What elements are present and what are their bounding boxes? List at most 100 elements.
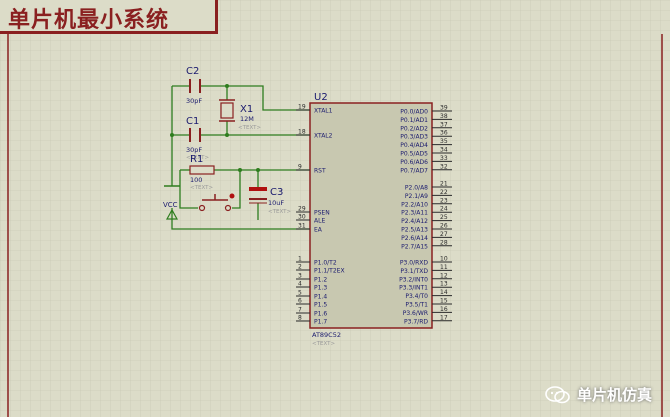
pin-number: 13 — [440, 281, 448, 288]
pin-label: P1.1/T2EX — [314, 268, 345, 275]
pin-label: P1.7 — [314, 319, 327, 326]
pin-number: 26 — [440, 223, 448, 230]
pin-number: 39 — [440, 105, 448, 112]
pin-label: P3.4/T0 — [405, 293, 428, 300]
pin-label: XTAL2 — [314, 133, 333, 140]
pin-label: P0.2/AD2 — [400, 125, 428, 132]
pin-number: 11 — [440, 264, 448, 271]
pin-number: 35 — [440, 138, 448, 145]
pin-number: 33 — [440, 155, 448, 162]
pin-label: RST — [314, 168, 326, 175]
pin-number: 21 — [440, 181, 448, 188]
pin-label: P3.5/T1 — [405, 302, 428, 309]
pin-number: 2 — [298, 264, 302, 271]
x1-ref: X1 — [240, 104, 253, 115]
pin-number: 27 — [440, 231, 448, 238]
schematic-canvas: C2 30pF C1 30pF <TEXT> X1 12M <TEXT> R1 … — [0, 0, 670, 417]
pin-label: P3.0/RXD — [400, 260, 428, 267]
pin-label: PSEN — [314, 210, 330, 217]
pin-number: 8 — [298, 315, 302, 322]
chip-u2[interactable]: U2 AT89C52 <TEXT> 19 XTAL1 1 8 XTAL2 9 RST 29 PS… — [296, 92, 452, 347]
pin-label: P1.0/T2 — [314, 260, 337, 267]
c3-value: 10uF — [268, 199, 284, 207]
pin-label: P0.1/AD1 — [400, 117, 428, 124]
pin-label: P1.5 — [314, 302, 327, 309]
pin-number: 1 — [298, 256, 302, 263]
pin-number: 17 — [440, 314, 448, 321]
x1-value: 12M — [240, 115, 254, 123]
pin-number: 29 — [298, 206, 306, 213]
c3-ref: C3 — [270, 187, 283, 198]
r1-value: 100 — [190, 176, 202, 184]
vcc-label: VCC — [163, 201, 178, 209]
pin-label: P0.3/AD3 — [400, 134, 428, 141]
c1-value: 30pF — [186, 146, 202, 154]
title-banner: 单片机最小系统 — [0, 0, 218, 34]
chip-text-placeholder: <TEXT> — [312, 341, 335, 347]
pin-number: 24 — [440, 206, 448, 213]
chip-part: AT89C52 — [312, 331, 341, 339]
pin-number: 15 — [440, 298, 448, 305]
c3-text-placeholder: <TEXT> — [268, 209, 291, 215]
pin-number: 23 — [440, 197, 448, 204]
pin-label: P2.5/A13 — [401, 227, 428, 234]
pin-number: 30 — [298, 214, 306, 221]
pin-label: P3.6/WR — [403, 310, 428, 317]
pin-label: P3.2/INT0 — [399, 276, 428, 283]
pin-number: 9 — [298, 164, 302, 171]
pin-label: EA — [314, 227, 323, 234]
pin-label: P2.7/A15 — [401, 243, 428, 250]
pin-number: 4 — [298, 281, 302, 288]
page-title: 单片机最小系统 — [8, 8, 170, 33]
pin-label: P1.2 — [314, 277, 327, 284]
pin-number: 38 — [440, 113, 448, 120]
pin-label: P1.3 — [314, 285, 327, 292]
pin-number: 31 — [298, 223, 306, 230]
pin-number: 19 — [298, 104, 306, 111]
c1-ref: C1 — [186, 116, 199, 127]
pin-number: 25 — [440, 214, 448, 221]
x1-text-placeholder: <TEXT> — [238, 125, 261, 131]
pin-label: P3.3/INT1 — [399, 285, 428, 292]
pin-number: 7 — [298, 307, 302, 314]
pin-number: 6 — [298, 298, 302, 305]
pin-number: 22 — [440, 189, 448, 196]
pin-label: P1.4 — [314, 294, 327, 301]
pin-number: 14 — [440, 289, 448, 296]
pin-number: 10 — [440, 256, 448, 263]
pin-number: 16 — [440, 306, 448, 313]
pin-number: 12 — [440, 272, 448, 279]
pin-label: P0.0/AD0 — [400, 109, 428, 116]
pin-label: P2.2/A10 — [401, 201, 428, 208]
pin-number: 28 — [440, 239, 448, 246]
pin-label: P0.5/AD5 — [400, 151, 428, 158]
pin-label: P2.0/A8 — [405, 185, 428, 192]
pin-number: 34 — [440, 147, 448, 154]
pin-label: P3.1/TXD — [400, 268, 428, 275]
pin-label: ALE — [314, 218, 325, 225]
pin-label: P0.7/AD7 — [400, 167, 428, 174]
chip-ref: U2 — [314, 92, 328, 103]
wechat-icon — [545, 385, 570, 403]
pin-label: P0.6/AD6 — [400, 159, 428, 166]
r1-ref: R1 — [190, 154, 203, 165]
c2-value: 30pF — [186, 97, 202, 105]
r1-text-placeholder: <TEXT> — [190, 185, 213, 191]
pin-label: P1.6 — [314, 311, 327, 318]
pin-number: 32 — [440, 163, 448, 170]
pin-label: P2.6/A14 — [401, 235, 428, 242]
pin-label: P2.1/A9 — [405, 193, 428, 200]
watermark-text: 单片机仿真 — [576, 386, 652, 404]
pin-label: P2.3/A11 — [401, 210, 428, 217]
pin-number: 36 — [440, 130, 448, 137]
c2-ref: C2 — [186, 66, 199, 77]
pin-label: P2.4/A12 — [401, 218, 428, 225]
pin-label: XTAL1 — [314, 108, 333, 115]
pin-number: 5 — [298, 290, 302, 297]
pin-number: 37 — [440, 121, 448, 128]
pin-label: P0.4/AD4 — [400, 142, 428, 149]
chip-right-pins: 39 P0.0/AD0 38 P0.1/AD1 37 P0.2/AD2 36 P0.3/AD3… — [399, 105, 452, 325]
pin-number: 3 — [298, 273, 302, 280]
watermark: 单片机仿真 — [545, 384, 652, 405]
pin-label: P3.7/RD — [404, 318, 428, 325]
